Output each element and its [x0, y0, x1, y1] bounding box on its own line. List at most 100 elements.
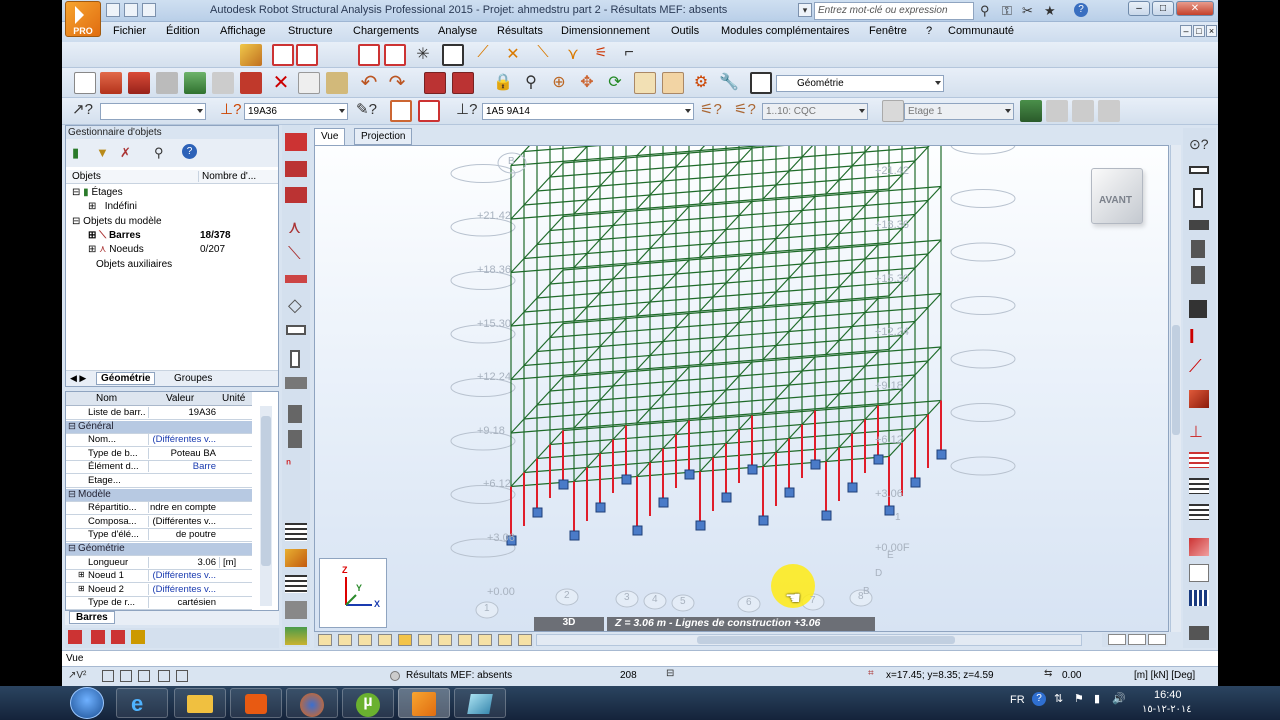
- wall-section-icon[interactable]: [1191, 240, 1205, 258]
- display-icon[interactable]: [634, 72, 656, 94]
- release-icon[interactable]: [442, 44, 464, 66]
- status-icon[interactable]: ↗V²: [68, 670, 86, 681]
- volume-icon[interactable]: [288, 430, 302, 448]
- paste-icon[interactable]: [326, 72, 348, 94]
- menu-resultats[interactable]: Résultats: [497, 25, 543, 37]
- section-icon[interactable]: [272, 44, 294, 66]
- tree-item-indefini[interactable]: ⊞ Indéfini: [88, 201, 137, 212]
- property-category[interactable]: Modèle ⊟: [66, 488, 252, 502]
- tool-icon[interactable]: [91, 630, 105, 644]
- property-value[interactable]: Poteau BA: [148, 447, 218, 459]
- tool-icon[interactable]: [68, 630, 82, 644]
- paint-icon[interactable]: [240, 44, 262, 66]
- property-category[interactable]: Général ⊟: [66, 420, 252, 434]
- view-tool-icon[interactable]: [418, 634, 432, 646]
- snap-icon[interactable]: ⊟: [666, 668, 674, 679]
- storey-icon[interactable]: [882, 100, 904, 122]
- collapse-icon[interactable]: ⊟: [68, 489, 76, 500]
- tree-item-aux-objects[interactable]: Objets auxiliaires: [96, 259, 172, 270]
- taskbar-firefox[interactable]: [286, 688, 338, 718]
- view-tool-icon[interactable]: [398, 634, 412, 646]
- taskbar-utorrent[interactable]: µ: [342, 688, 394, 718]
- status-icon[interactable]: [138, 670, 150, 682]
- search-input[interactable]: Entrez mot-clé ou expression: [814, 2, 974, 20]
- status-icon[interactable]: [102, 670, 114, 682]
- support-icon[interactable]: ⌐: [618, 44, 640, 66]
- mdi-minimize-button[interactable]: –: [1180, 25, 1192, 37]
- property-row[interactable]: Longueur 3.06 [m]: [66, 556, 252, 570]
- foundation-icon[interactable]: ⊥: [1189, 422, 1203, 442]
- tree-item-noeuds[interactable]: ⊞ ⋏ Noeuds: [88, 244, 144, 255]
- view-tool-icon[interactable]: [1108, 634, 1126, 645]
- case-selection-icon[interactable]: ⚟?: [734, 100, 756, 122]
- frame-view-icon[interactable]: [418, 100, 440, 122]
- view-cube[interactable]: AVANT: [1091, 168, 1143, 224]
- star-icon[interactable]: ★: [1044, 3, 1056, 19]
- property-row[interactable]: Nom... (Différentes v...: [66, 434, 252, 448]
- rotate-icon[interactable]: ⟳: [604, 72, 626, 94]
- case-load-icon[interactable]: ⚟?: [700, 100, 722, 122]
- network-icon[interactable]: ⇅: [1054, 692, 1063, 705]
- filter-icon[interactable]: ▼: [96, 145, 109, 160]
- command-line[interactable]: Vue: [62, 650, 1218, 666]
- property-category[interactable]: Géométrie ⊟: [66, 543, 252, 556]
- dropdown-icon[interactable]: ▾: [798, 3, 812, 17]
- section-view-icon[interactable]: [662, 72, 684, 94]
- property-row[interactable]: Liste de barr... 19A36: [66, 407, 252, 420]
- layout-icon[interactable]: [750, 72, 772, 94]
- volume-section-icon[interactable]: [1191, 266, 1205, 284]
- clock-time[interactable]: 16:40: [1154, 689, 1182, 701]
- view-tool-icon[interactable]: [518, 634, 532, 646]
- property-value[interactable]: Barre: [148, 461, 218, 473]
- delete-icon[interactable]: ✕: [270, 72, 292, 94]
- properties-scrollbar[interactable]: [260, 406, 272, 606]
- pan-icon[interactable]: ✥: [576, 72, 598, 94]
- property-row[interactable]: Type de b... Poteau BA: [66, 447, 252, 461]
- help-icon[interactable]: ?: [1074, 3, 1088, 17]
- collapse-icon[interactable]: ⊟: [68, 421, 76, 432]
- load-case-select[interactable]: 1..10: CQC: [762, 103, 868, 120]
- list-selection-icon[interactable]: ⊥?: [456, 100, 478, 122]
- taskbar-ie[interactable]: e: [116, 688, 168, 718]
- tab-projection[interactable]: Projection: [354, 128, 413, 145]
- results-icon[interactable]: [285, 601, 307, 619]
- slab-section-icon[interactable]: [1189, 220, 1209, 230]
- wall-icon[interactable]: [285, 377, 307, 389]
- lock-icon[interactable]: 🔒: [492, 72, 514, 94]
- scrollbar-thumb[interactable]: [697, 636, 955, 644]
- beam-icon[interactable]: [285, 275, 307, 283]
- bar-icon[interactable]: ⟍: [288, 243, 301, 264]
- scrollbar-thumb[interactable]: [1172, 325, 1180, 435]
- table-icon[interactable]: [1189, 504, 1209, 520]
- mdi-restore-button[interactable]: □: [1193, 25, 1205, 37]
- tab-geometrie[interactable]: Géométrie: [96, 372, 156, 385]
- rebar-icon[interactable]: ⟋: [1189, 356, 1202, 377]
- property-row[interactable]: Noeud 2 ⊞ (Différentes v...: [66, 583, 252, 597]
- key-icon[interactable]: ⚿: [1002, 3, 1012, 19]
- frame-icon[interactable]: [285, 133, 307, 151]
- property-value[interactable]: (Différentes v...: [148, 434, 218, 446]
- structure-viewport[interactable]: AVANT Z Y X 3D Z = 3.06 m - Lignes de co…: [314, 145, 1169, 632]
- property-value[interactable]: 3.06: [148, 556, 218, 568]
- property-row[interactable]: Etage...: [66, 475, 252, 488]
- menu-chargements[interactable]: Chargements: [353, 25, 419, 37]
- map-icon[interactable]: [285, 627, 307, 645]
- column-icon[interactable]: [290, 350, 300, 368]
- view-tool-icon[interactable]: [438, 634, 452, 646]
- beam-section-icon[interactable]: [1189, 166, 1209, 174]
- property-value[interactable]: ndre en compte: [148, 502, 218, 514]
- node-icon[interactable]: ✳: [412, 44, 434, 66]
- property-row[interactable]: Noeud 1 ⊞ (Différentes v...: [66, 570, 252, 584]
- csv-icon[interactable]: [285, 161, 307, 177]
- offset-icon[interactable]: ⋎: [562, 44, 584, 66]
- solid-icon[interactable]: [1189, 300, 1207, 318]
- slab-icon[interactable]: [286, 325, 306, 335]
- undo-icon[interactable]: ↶: [358, 72, 380, 94]
- storey-down-icon[interactable]: [1072, 100, 1094, 122]
- table-icon[interactable]: [285, 575, 307, 593]
- view-tool-icon[interactable]: [498, 634, 512, 646]
- grid-icon[interactable]: [1189, 564, 1209, 582]
- menu-structure[interactable]: Structure: [288, 25, 333, 37]
- binoculars-icon[interactable]: ⚲: [980, 3, 990, 19]
- start-button[interactable]: [70, 687, 104, 719]
